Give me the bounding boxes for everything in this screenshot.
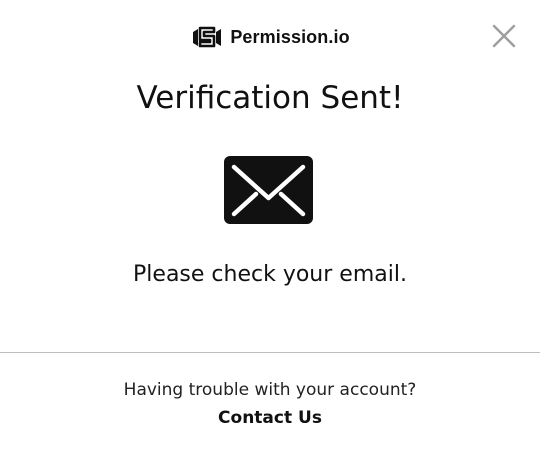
contact-container: Contact Us: [0, 408, 540, 428]
close-button[interactable]: [488, 20, 520, 52]
envelope-icon: [224, 156, 313, 224]
close-icon: [492, 24, 516, 48]
dialog-title: Verification Sent!: [136, 80, 404, 116]
brand-logo: Permission.io: [0, 24, 540, 50]
brand-name: Permission.io: [230, 26, 350, 47]
footer-divider: [0, 352, 540, 353]
permission-logo-icon: [193, 26, 222, 48]
contact-us-link[interactable]: Contact Us: [218, 408, 322, 428]
verification-modal: Permission.io Verification Sent! Please …: [0, 0, 540, 455]
check-email-message: Please check your email.: [133, 262, 407, 287]
trouble-text: Having trouble with your account?: [123, 380, 417, 400]
